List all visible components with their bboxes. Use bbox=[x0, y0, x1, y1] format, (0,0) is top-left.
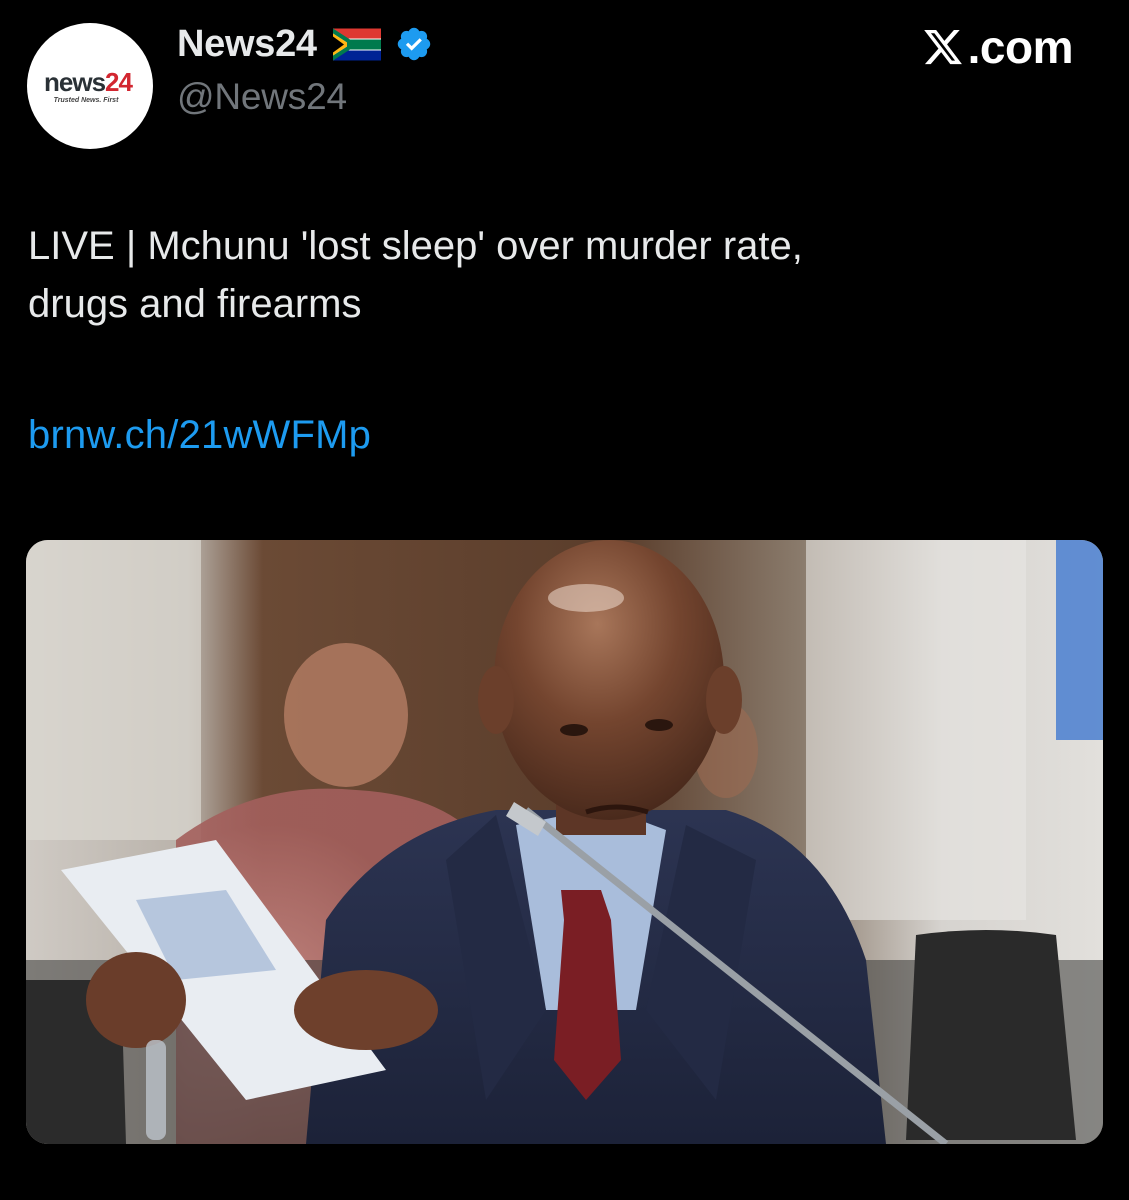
avatar[interactable]: news24 Trusted News. First bbox=[27, 23, 153, 149]
display-name[interactable]: News24 bbox=[177, 23, 317, 66]
verified-badge-icon bbox=[397, 27, 430, 61]
author-name-row: News24 bbox=[177, 20, 433, 68]
author-handle[interactable]: @News24 bbox=[177, 76, 347, 118]
x-com-watermark: .com bbox=[921, 20, 1074, 74]
tweet-link[interactable]: brnw.ch/21wWFMp bbox=[28, 413, 371, 458]
tweet-media-photo[interactable] bbox=[26, 540, 1103, 1144]
x-logo-icon bbox=[923, 29, 962, 65]
x-com-text: .com bbox=[967, 21, 1074, 73]
avatar-tagline: Trusted News. First bbox=[53, 96, 119, 104]
tweet-text-line-1: LIVE | Mchunu 'lost sleep' over murder r… bbox=[28, 224, 803, 268]
tweet-text-line-2: drugs and firearms bbox=[28, 282, 362, 326]
news24-logo: news24 bbox=[44, 66, 133, 97]
photo-scene bbox=[26, 540, 1103, 1144]
south-africa-flag-icon bbox=[332, 28, 381, 60]
tweet-text: LIVE | Mchunu 'lost sleep' over murder r… bbox=[28, 217, 1088, 333]
